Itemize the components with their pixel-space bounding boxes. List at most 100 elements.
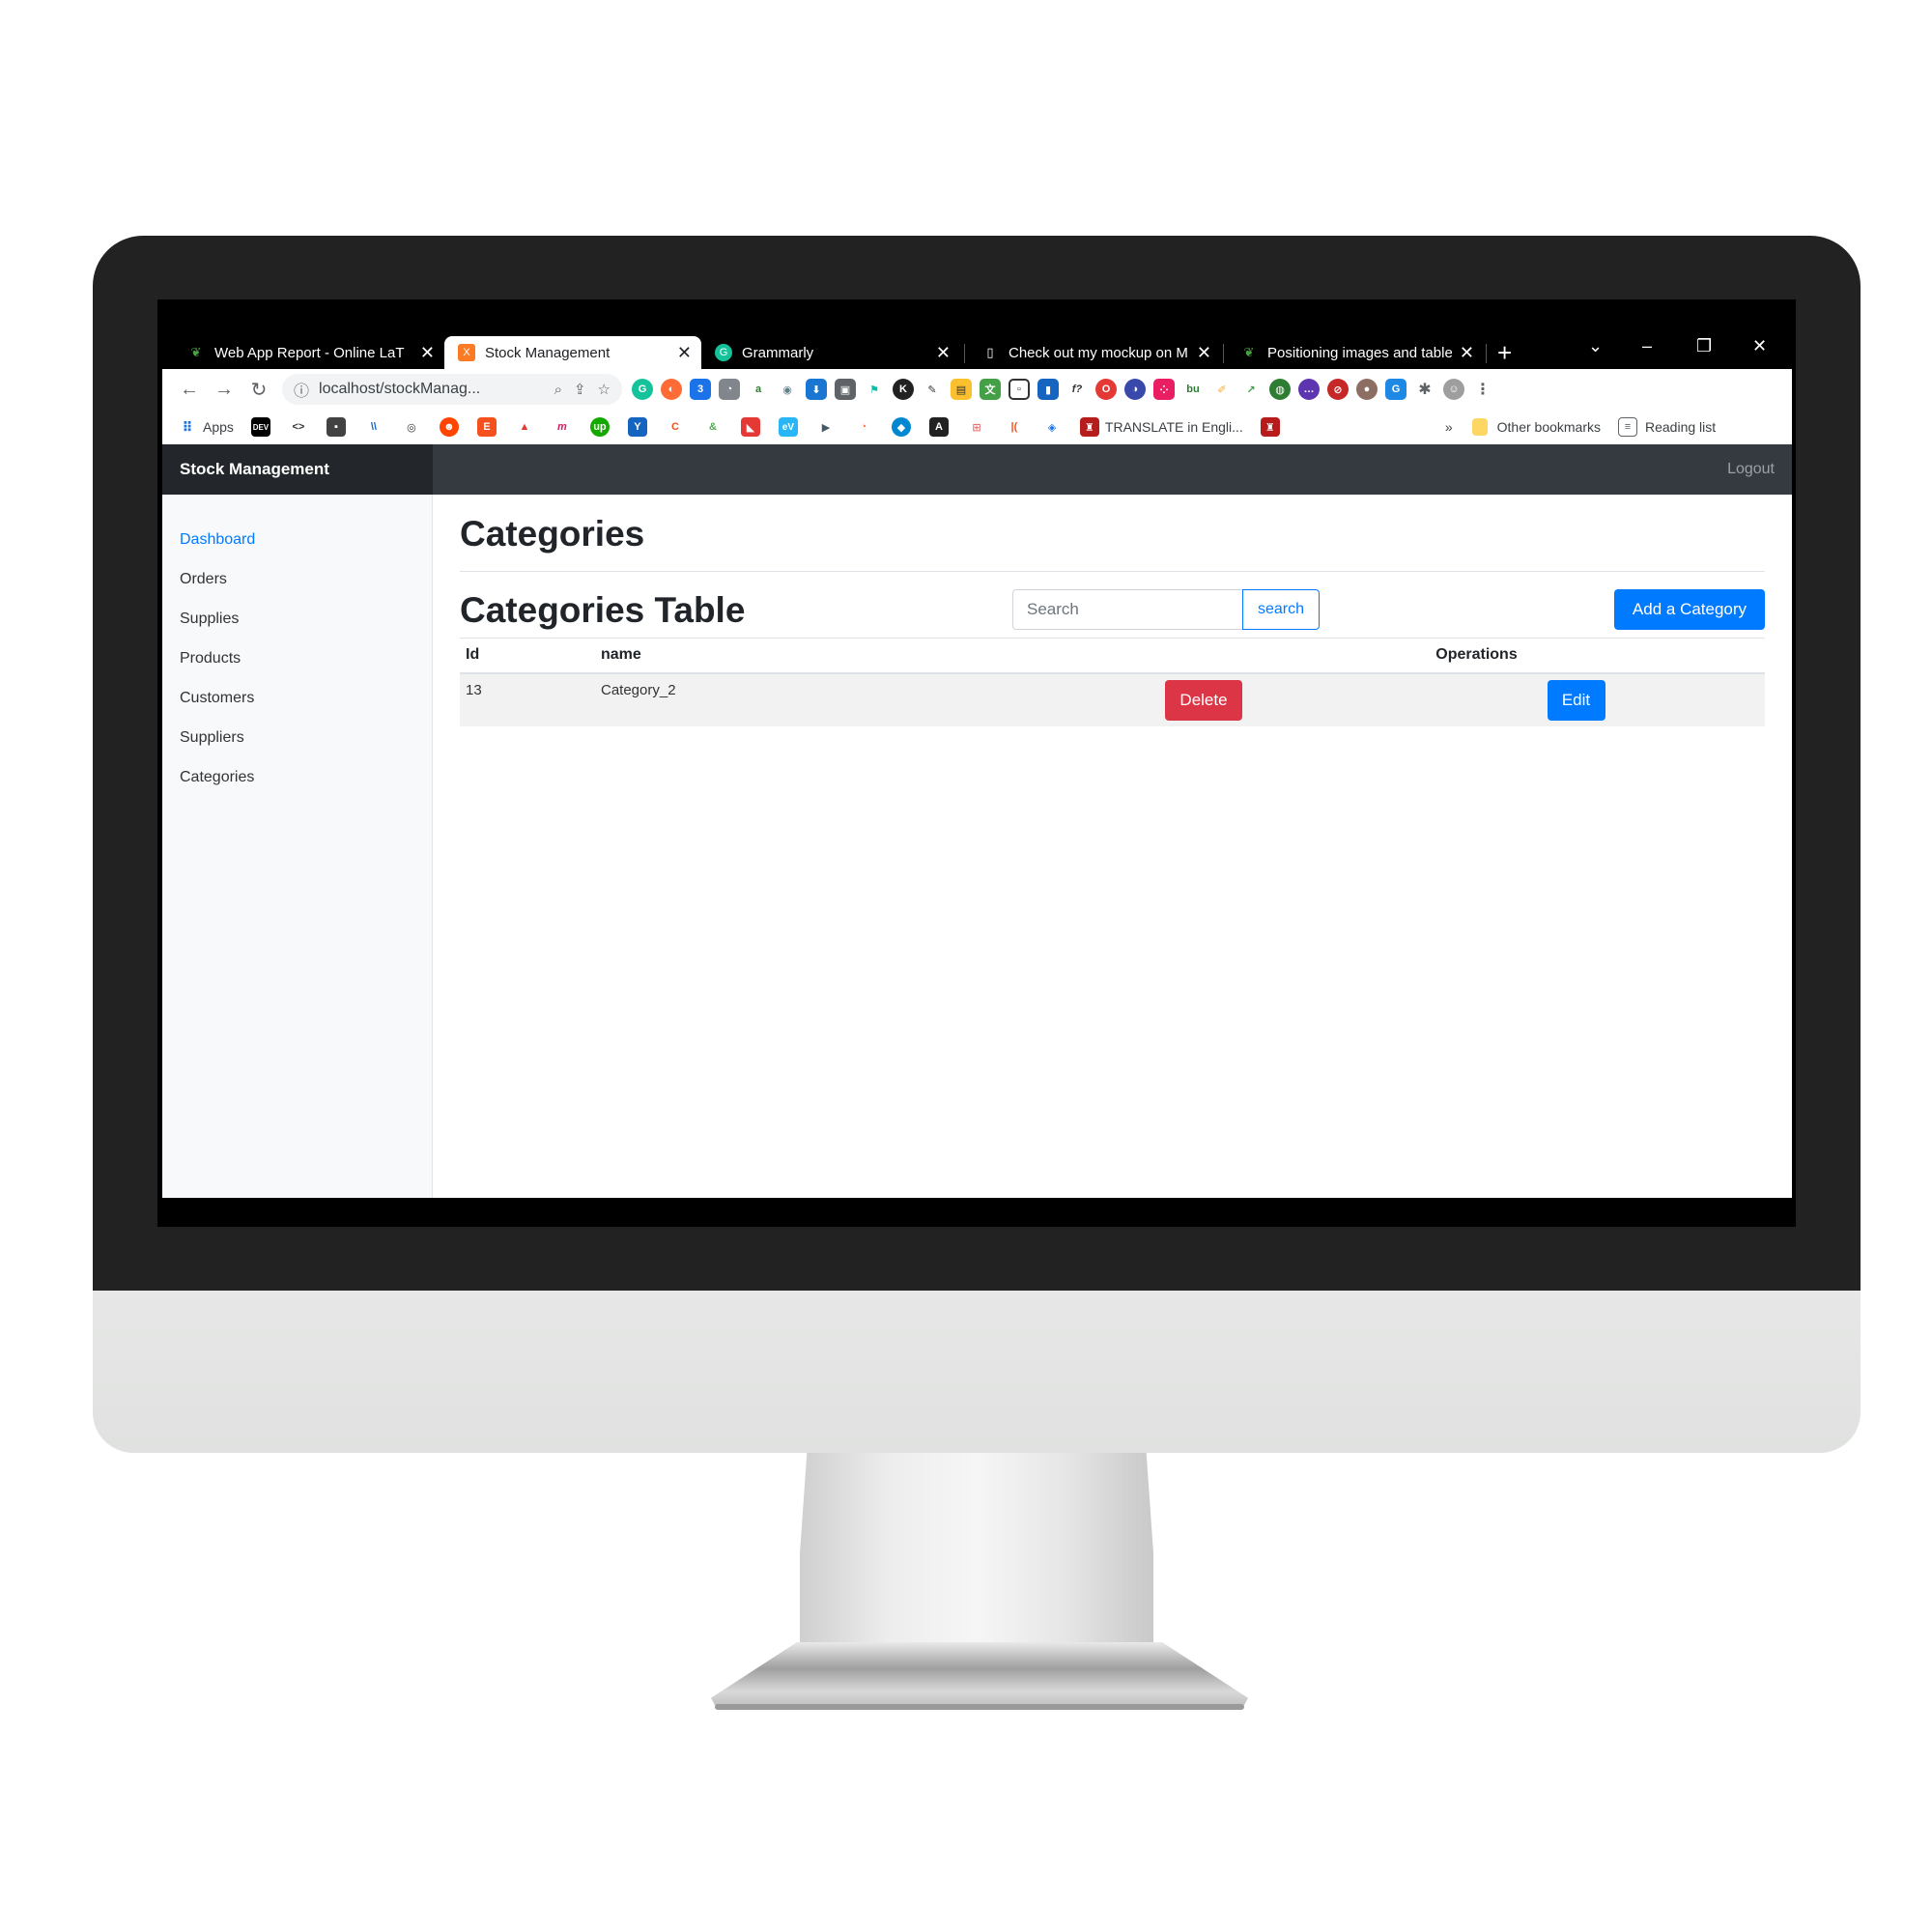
window-close-icon[interactable]: ✕ — [1752, 336, 1767, 356]
grammarly-extension-icon[interactable]: G — [632, 379, 653, 400]
translate-bookmark-icon[interactable]: ♜ — [1079, 417, 1099, 437]
translate-badge-icon[interactable]: 文 — [980, 379, 1001, 400]
stats-extension-icon[interactable]: ▮ — [1037, 379, 1059, 400]
logout-link[interactable]: Logout — [1727, 444, 1775, 495]
pen-extension-icon[interactable]: ✎ — [922, 379, 943, 400]
m-bookmark-icon[interactable]: m — [552, 417, 572, 437]
formula-extension-icon[interactable]: f? — [1066, 379, 1088, 400]
close-icon[interactable]: ✕ — [1197, 343, 1211, 363]
box-extension-icon[interactable]: ▤ — [951, 379, 972, 400]
apps-grid-icon[interactable]: ⠿ — [178, 417, 197, 437]
sidebar-item-orders[interactable]: Orders — [162, 559, 432, 599]
add-category-button[interactable]: Add a Category — [1614, 589, 1765, 630]
address-bar[interactable]: ⓘ localhost/stockManag... ⌕ ⇪ ☆ — [282, 374, 622, 405]
extensions-row: G ◐ 3 ◔ a ◉ ⬇ ▣ ⚑ K ✎ ▤ 文 ▫ ▮ f? O ◑ ⁘ b… — [632, 379, 1501, 400]
reading-list[interactable]: Reading list — [1645, 419, 1716, 435]
bookmark-icon-3[interactable]: ▪ — [326, 417, 346, 437]
restore-icon[interactable]: ❐ — [1696, 336, 1712, 356]
save-extension-icon[interactable]: ▣ — [835, 379, 856, 400]
zoom-icon[interactable]: ⌕ — [554, 382, 562, 398]
bookmark-star-icon[interactable]: ☆ — [598, 381, 611, 398]
info-icon[interactable]: ⓘ — [294, 378, 309, 401]
e-bookmark-icon[interactable]: E — [476, 417, 497, 437]
highlighter-extension-icon[interactable]: ✐ — [1211, 379, 1233, 400]
tab-web-app-report[interactable]: ❦ Web App Report - Online LaT ✕ — [174, 336, 444, 369]
sidebar-item-products[interactable]: Products — [162, 639, 432, 678]
bookmarks-overflow-icon[interactable]: » — [1445, 419, 1453, 435]
bookmark-apps[interactable]: Apps — [203, 419, 234, 435]
column-header-name: name — [595, 638, 1020, 674]
bookmark-icon-17[interactable]: ◔ — [853, 417, 873, 437]
chat-extension-icon[interactable]: … — [1298, 379, 1320, 400]
brand[interactable]: Stock Management — [162, 444, 433, 495]
block-extension-icon[interactable]: ⊘ — [1327, 379, 1349, 400]
sidebar-item-suppliers[interactable]: Suppliers — [162, 718, 432, 757]
cookie-extension-icon[interactable]: ● — [1356, 379, 1378, 400]
tab-stock-management[interactable]: X Stock Management ✕ — [444, 336, 701, 369]
ev-bookmark-icon[interactable]: eV — [778, 417, 798, 437]
globe-bookmark-icon[interactable]: ◎ — [401, 417, 421, 437]
sidebar-item-categories[interactable]: Categories — [162, 757, 432, 797]
delete-button[interactable]: Delete — [1165, 679, 1242, 721]
bookmark-icon-8[interactable]: ▲ — [514, 417, 534, 437]
download-extension-icon[interactable]: ⬇ — [806, 379, 827, 400]
search-input[interactable] — [1012, 589, 1244, 630]
swirl-extension-icon[interactable]: ◑ — [1124, 379, 1146, 400]
eye-extension-icon[interactable]: ◉ — [777, 379, 798, 400]
tab-mockup[interactable]: ▯ Check out my mockup on M ✕ — [968, 336, 1221, 369]
bookmark-icon-18[interactable]: ◆ — [891, 417, 911, 437]
bookmark-icon-4[interactable]: \\ — [363, 417, 384, 437]
dev-bookmark-icon[interactable]: DEV — [250, 417, 270, 437]
sidebar-item-supplies[interactable]: Supplies — [162, 599, 432, 639]
minimize-icon[interactable]: – — [1642, 336, 1652, 356]
share-icon[interactable]: ⇪ — [574, 381, 586, 398]
bookmark-icon-16[interactable]: ▶ — [815, 417, 836, 437]
edit-button[interactable]: Edit — [1547, 679, 1605, 721]
tab-grammarly[interactable]: G Grammarly ✕ — [701, 336, 960, 369]
screen-recorder-icon[interactable]: 3 — [690, 379, 711, 400]
tampermonkey-icon[interactable]: ◐ — [661, 379, 682, 400]
extensions-puzzle-icon[interactable]: ✱ — [1414, 379, 1435, 400]
new-tab-icon[interactable]: + — [1497, 338, 1512, 368]
bookmark-icon-14[interactable]: ◣ — [740, 417, 760, 437]
globe-extension-icon[interactable]: ◍ — [1269, 379, 1291, 400]
font-extension-icon[interactable]: a — [748, 379, 769, 400]
bookmark-other[interactable]: Other bookmarks — [1497, 419, 1601, 435]
bookmark-icon-19[interactable]: A — [928, 417, 949, 437]
profile-avatar-icon[interactable]: ☺ — [1443, 379, 1464, 400]
search-button[interactable]: search — [1242, 589, 1320, 630]
reload-icon[interactable]: ↻ — [242, 378, 276, 402]
tab-search-icon[interactable]: ⌄ — [1588, 336, 1603, 356]
bookmark-translate[interactable]: TRANSLATE in Engli... — [1105, 419, 1243, 435]
bookmark-icon-13[interactable]: & — [702, 417, 723, 437]
code-bookmark-icon[interactable]: <> — [288, 417, 308, 437]
sidebar-item-customers[interactable]: Customers — [162, 678, 432, 718]
tab-title: Check out my mockup on M — [1009, 344, 1188, 361]
back-icon[interactable]: ← — [172, 379, 207, 401]
close-icon[interactable]: ✕ — [677, 343, 692, 363]
opera-extension-icon[interactable]: O — [1095, 379, 1117, 400]
close-icon[interactable]: ✕ — [1460, 343, 1474, 363]
bookmark-icon-21[interactable]: |( — [1004, 417, 1024, 437]
bookmark-icon-12[interactable]: C — [665, 417, 685, 437]
menu-kebab-icon[interactable]: ⋮ — [1472, 379, 1493, 400]
dots-extension-icon[interactable]: ⁘ — [1153, 379, 1175, 400]
bookmark-icon-22[interactable]: ◈ — [1041, 417, 1062, 437]
k-extension-icon[interactable]: K — [893, 379, 914, 400]
pip-extension-icon[interactable]: ▫ — [1009, 379, 1030, 400]
flag-extension-icon[interactable]: ⚑ — [864, 379, 885, 400]
y-bookmark-icon[interactable]: Y — [627, 417, 647, 437]
google-translate-icon[interactable]: G — [1385, 379, 1406, 400]
close-icon[interactable]: ✕ — [420, 343, 435, 363]
sidebar-item-dashboard[interactable]: Dashboard — [162, 520, 432, 559]
chart-extension-icon[interactable]: ↗ — [1240, 379, 1262, 400]
tab-positioning-images[interactable]: ❦ Positioning images and table ✕ — [1227, 336, 1484, 369]
close-icon[interactable]: ✕ — [936, 343, 951, 363]
clock-extension-icon[interactable]: ◔ — [719, 379, 740, 400]
upwork-bookmark-icon[interactable]: up — [589, 417, 610, 437]
shield-bookmark-icon[interactable]: ♜ — [1260, 417, 1280, 437]
reddit-bookmark-icon[interactable]: ☻ — [439, 417, 459, 437]
forward-icon[interactable]: → — [207, 379, 242, 401]
bookmark-icon-20[interactable]: ⊞ — [966, 417, 986, 437]
bw-extension-icon[interactable]: bu — [1182, 379, 1204, 400]
